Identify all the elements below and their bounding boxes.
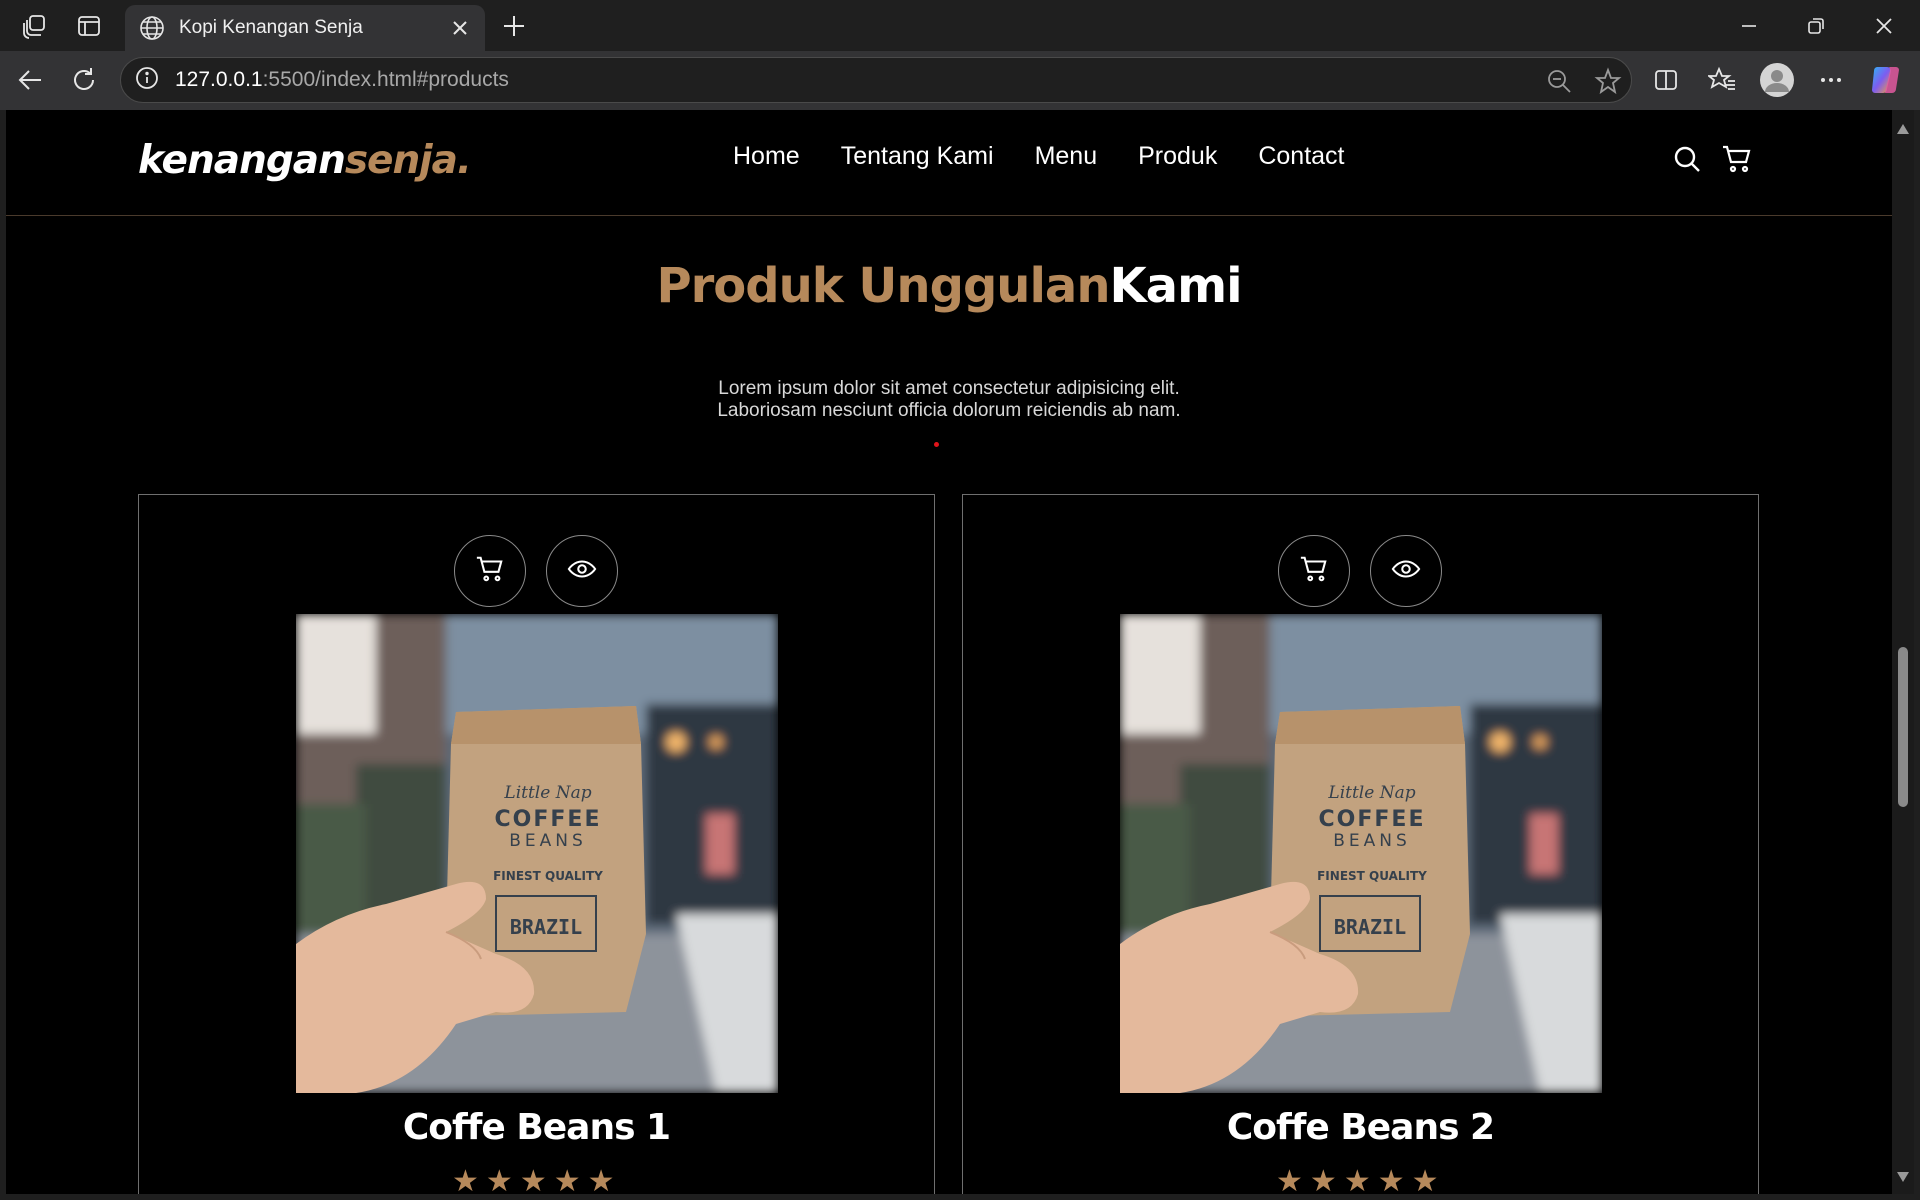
bag-quality: FINEST QUALITY [1317, 869, 1427, 883]
bag-origin: BRAZIL [510, 915, 582, 939]
product-actions [1278, 535, 1442, 607]
page-viewport: kenangansenja. Home Tentang Kami Menu Pr… [6, 110, 1892, 1194]
cart-icon [475, 554, 505, 588]
title-plain: Kami [1109, 258, 1242, 314]
minimize-icon[interactable] [1732, 9, 1766, 43]
browser-tab-strip: Kopi Kenangan Senja [0, 0, 1920, 51]
nav-link-home[interactable]: Home [733, 142, 800, 171]
product-name: Coffe Beans 2 [1226, 1107, 1495, 1148]
nav-link-tentang-kami[interactable]: Tentang Kami [841, 142, 994, 171]
cart-icon [1299, 554, 1329, 588]
new-tab-icon[interactable] [497, 9, 531, 43]
bag-line-1: COFFEE [495, 807, 602, 832]
close-window-icon[interactable] [1867, 9, 1901, 43]
tab-title: Kopi Kenangan Senja [179, 17, 363, 38]
scroll-down-arrow[interactable] [1897, 1172, 1909, 1182]
address-bar-row: 127.0.0.1:5500/index.html#products [0, 51, 1920, 110]
logo-main: kenangan [138, 138, 346, 183]
site-navbar: kenangansenja. Home Tentang Kami Menu Pr… [6, 110, 1892, 216]
tab-actions-icon[interactable] [72, 9, 106, 43]
more-options-icon[interactable] [1813, 62, 1849, 98]
nav-icons [1671, 143, 1753, 175]
back-icon[interactable] [12, 62, 48, 98]
star-icon: ★ [1377, 1164, 1405, 1195]
description-line-1: Lorem ipsum dolor sit amet consectetur a… [718, 378, 1180, 399]
eye-icon [567, 554, 597, 588]
star-icon: ★ [485, 1164, 513, 1195]
zoom-out-icon[interactable] [1546, 68, 1572, 98]
product-actions [454, 535, 618, 607]
view-product-button[interactable] [1370, 535, 1442, 607]
copilot-icon[interactable] [1866, 60, 1906, 100]
eye-icon [1391, 554, 1421, 588]
nav-menu: Home Tentang Kami Menu Produk Contact [733, 142, 1386, 171]
nav-link-menu[interactable]: Menu [1035, 142, 1098, 171]
bag-quality: FINEST QUALITY [493, 869, 603, 883]
restore-icon[interactable] [1799, 9, 1833, 43]
scroll-up-arrow[interactable] [1897, 124, 1909, 134]
bag-line-2: BEANS [1333, 831, 1411, 851]
bag-origin: BRAZIL [1334, 915, 1406, 939]
product-image: Little Nap COFFEE BEANS FINEST QUALITY B… [296, 614, 778, 1093]
favorite-star-icon[interactable] [1594, 67, 1622, 99]
bag-brand: Little Nap [1327, 783, 1415, 803]
site-logo[interactable]: kenangansenja. [138, 138, 472, 183]
star-icon: ★ [1276, 1164, 1303, 1195]
title-accent: Produk Unggulan [656, 258, 1110, 314]
close-tab-icon[interactable] [449, 17, 471, 39]
nav-link-contact[interactable]: Contact [1258, 142, 1344, 171]
star-icon: ★ [1411, 1164, 1439, 1195]
scrollbar-thumb[interactable] [1898, 647, 1908, 807]
favorites-icon[interactable] [1704, 62, 1740, 98]
section-title: Produk UnggulanKami [6, 258, 1892, 314]
refresh-icon[interactable] [66, 62, 102, 98]
globe-icon [139, 15, 165, 41]
bag-brand: Little Nap [503, 783, 591, 803]
star-icon: ★ [519, 1164, 547, 1195]
nav-link-produk[interactable]: Produk [1138, 142, 1217, 171]
product-card: Little Nap COFFEE BEANS FINEST QUALITY B… [138, 494, 935, 1194]
workspaces-icon[interactable] [18, 9, 52, 43]
bag-line-1: COFFEE [1319, 807, 1426, 832]
url-text: 127.0.0.1:5500/index.html#products [175, 68, 509, 92]
logo-accent: senja. [344, 138, 472, 183]
decorative-dot [934, 442, 939, 447]
split-screen-icon[interactable] [1648, 62, 1684, 98]
star-icon: ★ [452, 1164, 479, 1195]
shopping-cart-icon[interactable] [1721, 143, 1753, 175]
star-rating: ★ ★ ★ ★ ★ [1276, 1164, 1439, 1195]
url-path: :5500/index.html#products [262, 68, 509, 91]
product-name: Coffe Beans 1 [402, 1107, 671, 1148]
page-scrollbar[interactable] [1892, 110, 1914, 1194]
view-product-button[interactable] [546, 535, 618, 607]
search-icon[interactable] [1671, 143, 1703, 175]
url-field[interactable]: 127.0.0.1:5500/index.html#products [120, 57, 1632, 103]
add-to-cart-button[interactable] [454, 535, 526, 607]
description-line-2: Laboriosam nesciunt officia dolorum reic… [717, 400, 1181, 421]
product-image: Little Nap COFFEE BEANS FINEST QUALITY B… [1120, 614, 1602, 1093]
url-host: 127.0.0.1 [175, 68, 263, 91]
product-card: Little Nap COFFEE BEANS FINEST QUALITY B… [962, 494, 1759, 1194]
star-icon: ★ [587, 1164, 615, 1195]
active-tab[interactable]: Kopi Kenangan Senja [125, 5, 485, 51]
star-icon: ★ [553, 1164, 581, 1195]
site-info-icon[interactable] [135, 66, 159, 94]
star-icon: ★ [1309, 1164, 1337, 1195]
bag-line-2: BEANS [509, 831, 587, 851]
star-icon: ★ [1343, 1164, 1371, 1195]
add-to-cart-button[interactable] [1278, 535, 1350, 607]
star-rating: ★ ★ ★ ★ ★ [452, 1164, 615, 1195]
profile-avatar[interactable] [1757, 60, 1797, 100]
section-description: Lorem ipsum dolor sit amet consectetur a… [6, 378, 1892, 422]
